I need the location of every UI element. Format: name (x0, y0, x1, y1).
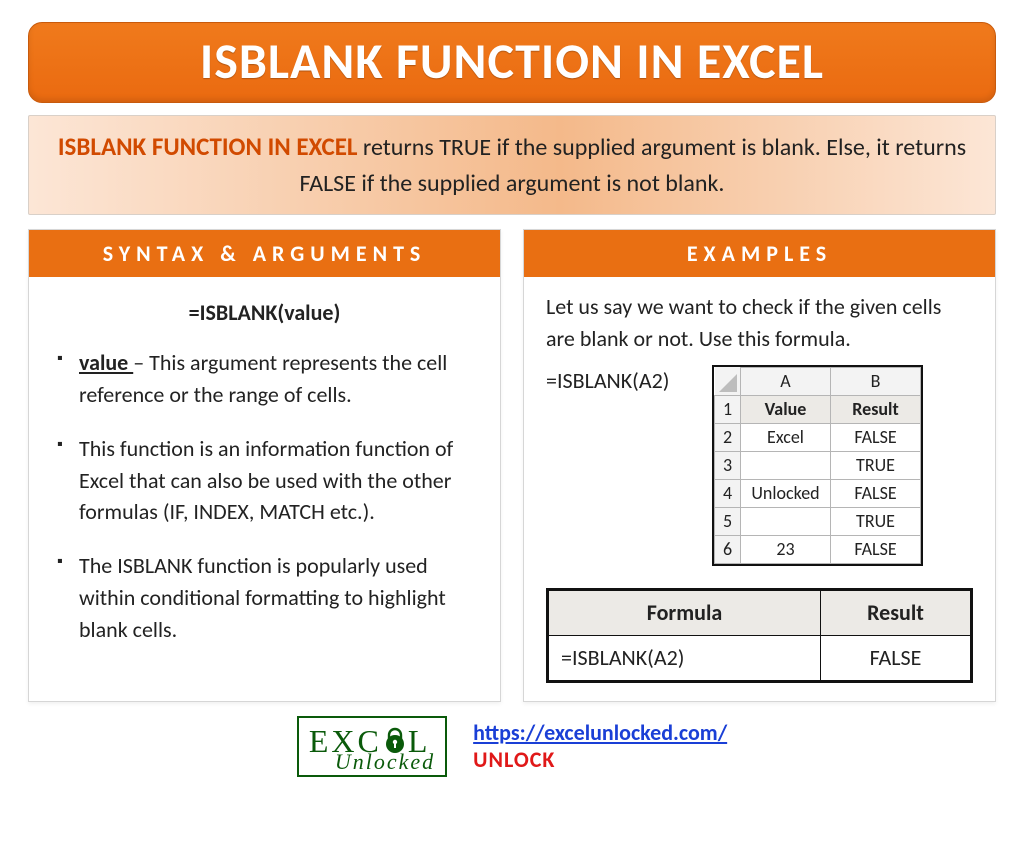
description-lead: ISBLANK FUNCTION IN EXCEL (58, 131, 358, 162)
cell-a6: 23 (741, 535, 831, 563)
result-table: Formula Result =ISBLANK(A2) FALSE (546, 588, 973, 683)
syntax-formula: =ISBLANK(value) (51, 297, 478, 329)
arg-name: value (79, 349, 133, 376)
example-formula: =ISBLANK(A2) (546, 365, 696, 397)
result-cell-result: FALSE (821, 635, 971, 680)
examples-panel: EXAMPLES Let us say we want to check if … (523, 229, 996, 702)
cell-a3 (741, 451, 831, 479)
row-header-5: 5 (715, 507, 741, 535)
excel-mini-sheet: A B 1 Value Result 2 Excel FALSE (712, 365, 923, 566)
col-header-a: A (741, 367, 831, 395)
cell-a4: Unlocked (741, 479, 831, 507)
cell-b4: FALSE (831, 479, 921, 507)
cell-a5 (741, 507, 831, 535)
row-header-6: 6 (715, 535, 741, 563)
examples-row: =ISBLANK(A2) A B 1 Value (546, 365, 973, 566)
cell-b6: FALSE (831, 535, 921, 563)
syntax-panel: SYNTAX & ARGUMENTS =ISBLANK(value) value… (28, 229, 501, 702)
description-box: ISBLANK FUNCTION IN EXCEL returns TRUE i… (28, 115, 996, 215)
logo: EXCL Unlocked (297, 716, 447, 777)
footer-links: https://excelunlocked.com/ UNLOCK (473, 719, 727, 773)
page-title: ISBLANK FUNCTION IN EXCEL (29, 31, 995, 92)
site-link[interactable]: https://excelunlocked.com/ (473, 719, 727, 746)
cell-b5: TRUE (831, 507, 921, 535)
arg-desc: – This argument represents the cell refe… (79, 349, 447, 408)
arg-value-item: value – This argument represents the cel… (57, 347, 478, 411)
sheet-corner (715, 367, 741, 395)
examples-header: EXAMPLES (524, 230, 995, 277)
syntax-bullets: value – This argument represents the cel… (51, 347, 478, 646)
result-cell-formula: =ISBLANK(A2) (549, 635, 821, 680)
syntax-body: =ISBLANK(value) value – This argument re… (29, 277, 500, 701)
cell-b2: FALSE (831, 423, 921, 451)
lock-icon (382, 725, 408, 759)
cell-b1: Result (831, 395, 921, 423)
result-head-formula: Formula (549, 590, 821, 635)
row-header-2: 2 (715, 423, 741, 451)
syntax-point-3: The ISBLANK function is popularly used w… (57, 550, 478, 646)
row-header-3: 3 (715, 451, 741, 479)
page-title-bar: ISBLANK FUNCTION IN EXCEL (28, 22, 996, 103)
result-head-result: Result (821, 590, 971, 635)
row-header-1: 1 (715, 395, 741, 423)
col-header-b: B (831, 367, 921, 395)
description-body: returns TRUE if the supplied argument is… (300, 133, 967, 198)
examples-intro: Let us say we want to check if the given… (546, 291, 973, 355)
cell-a1: Value (741, 395, 831, 423)
cell-b3: TRUE (831, 451, 921, 479)
footer: EXCL Unlocked https://excelunlocked.com/… (28, 716, 996, 777)
examples-body: Let us say we want to check if the given… (524, 277, 995, 701)
columns: SYNTAX & ARGUMENTS =ISBLANK(value) value… (28, 229, 996, 702)
cell-a2: Excel (741, 423, 831, 451)
unlock-label: UNLOCK (473, 746, 555, 773)
syntax-point-2: This function is an information function… (57, 433, 478, 529)
syntax-header: SYNTAX & ARGUMENTS (29, 230, 500, 277)
row-header-4: 4 (715, 479, 741, 507)
